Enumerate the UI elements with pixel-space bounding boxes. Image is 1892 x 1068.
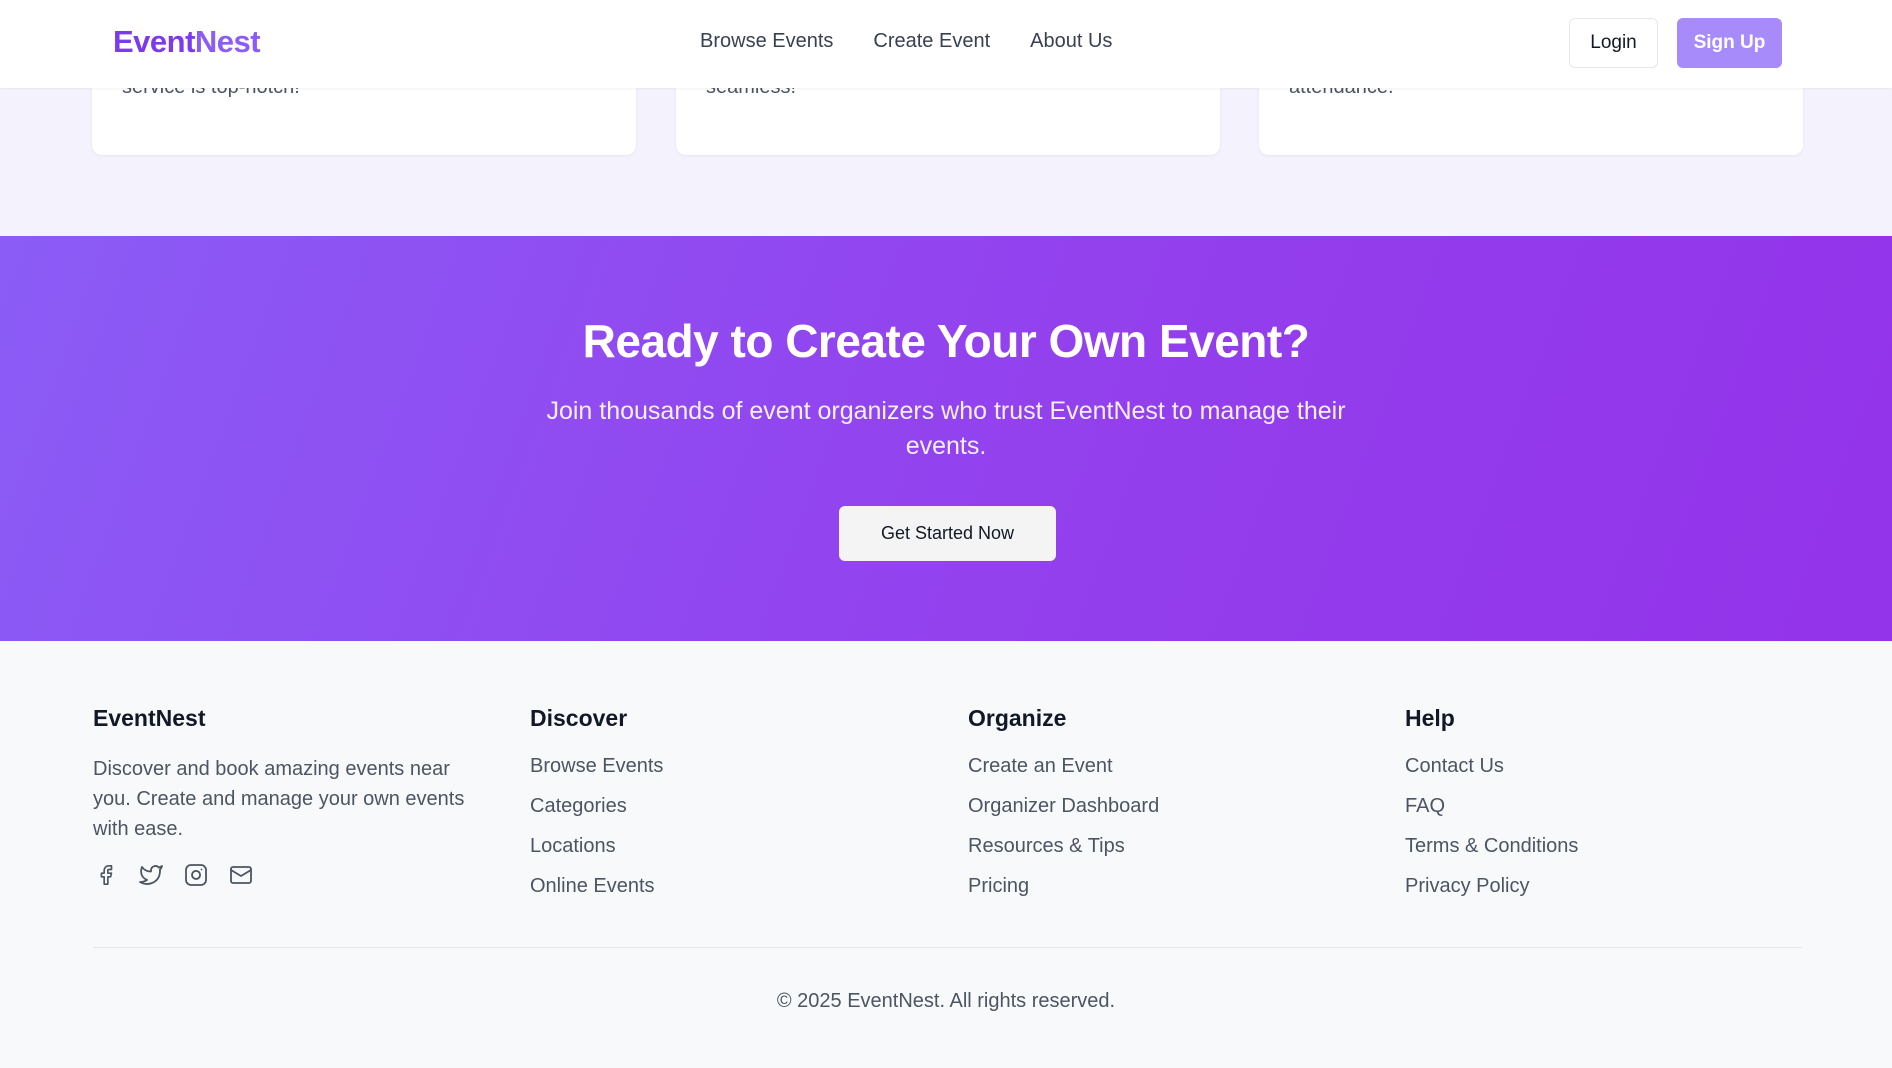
facebook-icon[interactable] (93, 862, 119, 888)
footer-link-locations[interactable]: Locations (530, 826, 663, 866)
footer-link-online-events[interactable]: Online Events (530, 866, 663, 906)
copyright-text: © 2025 EventNest. All rights reserved. (776, 990, 1116, 1012)
footer-divider (93, 947, 1802, 948)
footer-help-column: Help Contact Us FAQ Terms & Conditions P… (1405, 705, 1578, 906)
signup-button[interactable]: Sign Up (1677, 18, 1782, 68)
instagram-icon[interactable] (183, 862, 209, 888)
footer-brand-column: EventNest Discover and book amazing even… (93, 705, 493, 888)
logo-text-nest: Nest (194, 24, 261, 59)
nav-browse-events[interactable]: Browse Events (700, 30, 833, 53)
footer-link-privacy[interactable]: Privacy Policy (1405, 866, 1578, 906)
footer-links: Contact Us FAQ Terms & Conditions Privac… (1405, 746, 1578, 906)
main-nav: Browse Events Create Event About Us (700, 30, 1112, 53)
nav-create-event[interactable]: Create Event (873, 30, 990, 53)
footer-link-create-event[interactable]: Create an Event (968, 746, 1159, 786)
twitter-icon[interactable] (138, 862, 164, 888)
site-logo[interactable]: EventNest (113, 24, 261, 60)
footer-links: Create an Event Organizer Dashboard Reso… (968, 746, 1159, 906)
cta-title: Ready to Create Your Own Event? (582, 315, 1310, 367)
footer-link-browse-events[interactable]: Browse Events (530, 746, 663, 786)
nav-about-us[interactable]: About Us (1030, 30, 1112, 53)
footer-organize-column: Organize Create an Event Organizer Dashb… (968, 705, 1159, 906)
cta-subtitle: Join thousands of event organizers who t… (546, 397, 1346, 460)
footer-link-resources-tips[interactable]: Resources & Tips (968, 826, 1159, 866)
footer-column-title: Organize (968, 705, 1067, 731)
logo-text-event: Event (113, 24, 195, 59)
footer-column-title: Help (1405, 705, 1455, 731)
footer-link-categories[interactable]: Categories (530, 786, 663, 826)
footer-link-terms[interactable]: Terms & Conditions (1405, 826, 1578, 866)
footer-links: Browse Events Categories Locations Onlin… (530, 746, 663, 906)
login-button[interactable]: Login (1569, 18, 1658, 68)
footer-brand-title: EventNest (93, 705, 206, 731)
footer-link-pricing[interactable]: Pricing (968, 866, 1159, 906)
get-started-button[interactable]: Get Started Now (839, 506, 1056, 561)
site-header: EventNest Browse Events Create Event Abo… (0, 0, 1892, 88)
footer-discover-column: Discover Browse Events Categories Locati… (530, 705, 663, 906)
mail-icon[interactable] (228, 862, 254, 888)
site-footer: EventNest Discover and book amazing even… (0, 641, 1892, 1068)
footer-link-faq[interactable]: FAQ (1405, 786, 1578, 826)
footer-column-title: Discover (530, 705, 628, 731)
footer-description: Discover and book amazing events near yo… (93, 758, 465, 840)
footer-link-contact-us[interactable]: Contact Us (1405, 746, 1578, 786)
cta-section: Ready to Create Your Own Event? Join tho… (0, 236, 1892, 641)
footer-link-organizer-dashboard[interactable]: Organizer Dashboard (968, 786, 1159, 826)
social-links (93, 862, 493, 888)
